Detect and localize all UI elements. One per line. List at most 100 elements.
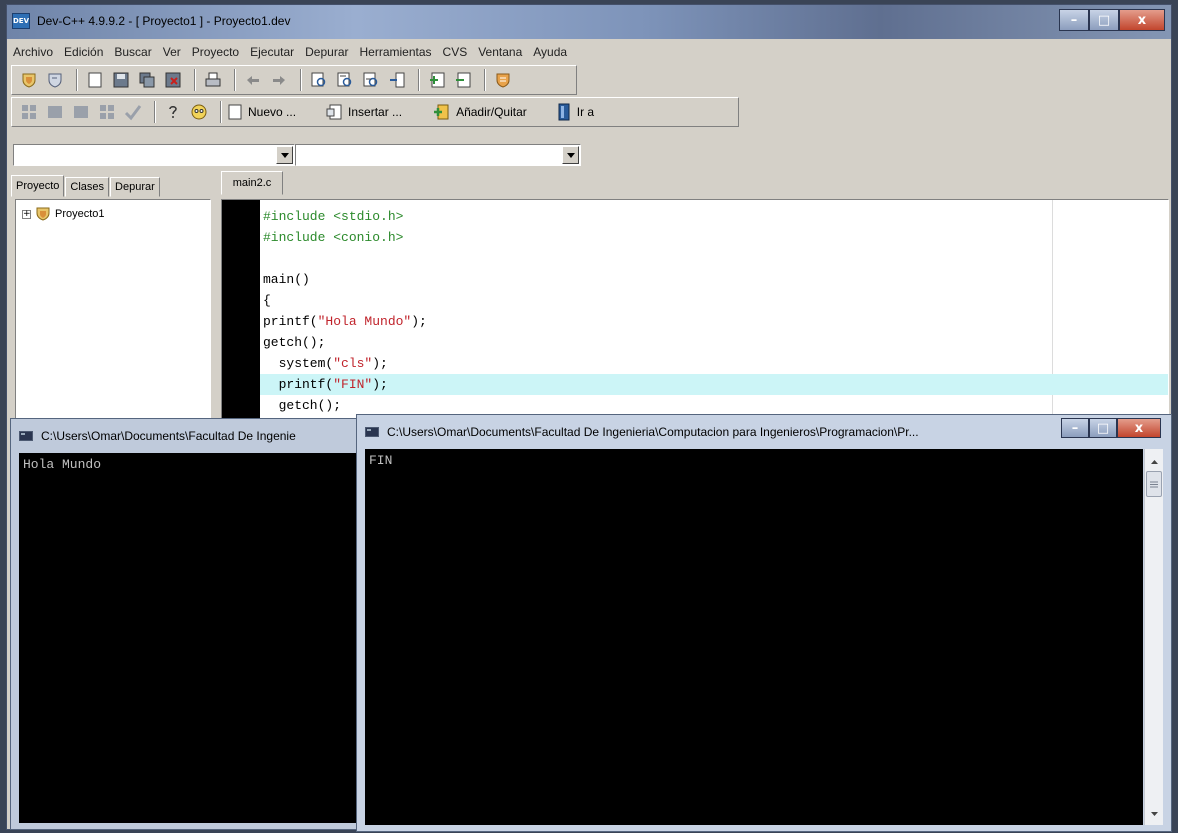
compile-button[interactable] (18, 101, 40, 123)
project-shield-icon (22, 73, 36, 88)
help-button[interactable] (162, 101, 184, 123)
redo-icon (273, 76, 285, 85)
printer-icon (205, 72, 221, 87)
new-class-button[interactable]: Nuevo ... (228, 104, 296, 120)
minimize-button[interactable]: – (1061, 418, 1089, 438)
code-line: { (263, 293, 271, 308)
find-button[interactable] (308, 69, 330, 91)
console-output[interactable]: FIN (365, 449, 1143, 825)
tree-node-project[interactable]: + Proyecto1 (22, 206, 105, 222)
goto-line-button[interactable] (386, 69, 408, 91)
print-button[interactable] (202, 69, 224, 91)
close-button[interactable]: x (1119, 9, 1165, 31)
goto-label: Ir a (576, 105, 595, 119)
tab-clases[interactable]: Clases (65, 177, 110, 197)
title-bar[interactable]: DEV Dev-C++ 4.9.9.2 - [ Proyecto1 ] - Pr… (7, 5, 1171, 39)
console-output[interactable]: Hola Mundo (19, 453, 381, 823)
maximize-button[interactable]: □ (1089, 418, 1117, 438)
tree-expander[interactable]: + (22, 209, 31, 219)
syntax-check-button[interactable] (122, 101, 144, 123)
maximize-button[interactable]: □ (1089, 9, 1119, 31)
run-button[interactable] (44, 101, 66, 123)
class-combo[interactable] (13, 144, 295, 166)
console-title: C:\Users\Omar\Documents\Facultad De Inge… (387, 425, 919, 439)
code-line: system("cls"); (260, 353, 1168, 374)
string-literal: "cls" (333, 356, 373, 371)
menu-depurar[interactable]: Depurar (305, 45, 348, 59)
menu-ventana[interactable]: Ventana (478, 45, 522, 59)
add-remove-breakpoint-button[interactable]: Añadir/Quitar (432, 103, 527, 121)
replace-icon (337, 72, 352, 87)
toolbar-separator (418, 69, 420, 91)
insert-icon (326, 104, 342, 120)
scroll-up-button[interactable] (1145, 453, 1163, 471)
menu-ejecutar[interactable]: Ejecutar (250, 45, 294, 59)
window-controls: – □ x (1059, 9, 1165, 31)
console-window-2[interactable]: C:\Users\Omar\Documents\Facultad De Inge… (356, 414, 1172, 832)
combo-dropdown-arrow[interactable] (276, 146, 293, 164)
menu-ver[interactable]: Ver (163, 45, 181, 59)
close-button[interactable]: x (1117, 418, 1161, 438)
window-title: Dev-C++ 4.9.9.2 - [ Proyecto1 ] - Proyec… (37, 14, 291, 28)
chevron-down-icon (280, 152, 289, 158)
code-token: system( (263, 356, 334, 371)
left-panel-tabs: Proyecto Clases Depurar (11, 175, 161, 199)
vertical-scrollbar[interactable] (1144, 449, 1163, 825)
add-to-project-icon (430, 72, 445, 88)
remove-from-project-button[interactable] (452, 69, 474, 91)
console-icon (365, 427, 379, 437)
menu-cvs[interactable]: CVS (443, 45, 468, 59)
toolbar-separator (220, 101, 222, 123)
project-shield-icon (36, 207, 50, 221)
code-token: ); (372, 377, 388, 392)
new-project-button[interactable] (18, 69, 40, 91)
goto-line-icon (390, 72, 405, 88)
code-area[interactable]: #include <stdio.h> #include <conio.h> ma… (260, 206, 1168, 416)
menu-buscar[interactable]: Buscar (114, 45, 151, 59)
undo-button[interactable] (242, 69, 264, 91)
combo-dropdown-arrow[interactable] (562, 146, 579, 164)
scroll-down-button[interactable] (1145, 805, 1163, 823)
about-button[interactable] (188, 101, 210, 123)
code-line: #include <stdio.h> (263, 209, 404, 224)
replace-button[interactable] (334, 69, 356, 91)
menu-proyecto[interactable]: Proyecto (192, 45, 239, 59)
find-icon (311, 72, 326, 87)
insert-button[interactable]: Insertar ... (326, 104, 402, 120)
menu-edicion[interactable]: Edición (64, 45, 103, 59)
project-options-button[interactable] (492, 69, 514, 91)
scrollbar-thumb[interactable] (1146, 471, 1162, 497)
question-mark-icon (169, 106, 177, 118)
redo-button[interactable] (268, 69, 290, 91)
add-to-project-button[interactable] (426, 69, 448, 91)
console-title-bar[interactable]: C:\Users\Omar\Documents\Facultad De Inge… (357, 415, 1171, 449)
toolbar-separator (194, 69, 196, 91)
add-remove-icon (434, 104, 449, 120)
goto-button[interactable]: Ir a (557, 103, 594, 121)
editor-tab-main2[interactable]: main2.c (221, 171, 283, 195)
menu-ayuda[interactable]: Ayuda (533, 45, 567, 59)
save-button[interactable] (110, 69, 132, 91)
tab-proyecto[interactable]: Proyecto (11, 175, 65, 197)
find-next-icon (363, 72, 378, 87)
code-token: ); (411, 314, 427, 329)
blank-page-icon (228, 104, 242, 120)
console-window-1[interactable]: C:\Users\Omar\Documents\Facultad De Inge… (10, 418, 382, 830)
console-title-bar[interactable]: C:\Users\Omar\Documents\Facultad De Inge… (11, 419, 381, 453)
member-combo[interactable] (295, 144, 581, 166)
minimize-button[interactable]: – (1059, 9, 1089, 31)
menu-bar: Archivo Edición Buscar Ver Proyecto Ejec… (11, 41, 1167, 63)
open-project-button[interactable] (44, 69, 66, 91)
rebuild-all-button[interactable] (96, 101, 118, 123)
save-all-button[interactable] (136, 69, 158, 91)
menu-herramientas[interactable]: Herramientas (360, 45, 432, 59)
find-next-button[interactable] (360, 69, 382, 91)
toolbar-separator (300, 69, 302, 91)
menu-archivo[interactable]: Archivo (13, 45, 53, 59)
close-file-button[interactable] (162, 69, 184, 91)
compile-run-button[interactable] (70, 101, 92, 123)
new-file-button[interactable] (84, 69, 106, 91)
devcpp-app-icon[interactable]: DEV (12, 13, 30, 29)
current-code-line: printf("FIN"); (260, 374, 1168, 395)
tab-depurar[interactable]: Depurar (110, 177, 160, 197)
